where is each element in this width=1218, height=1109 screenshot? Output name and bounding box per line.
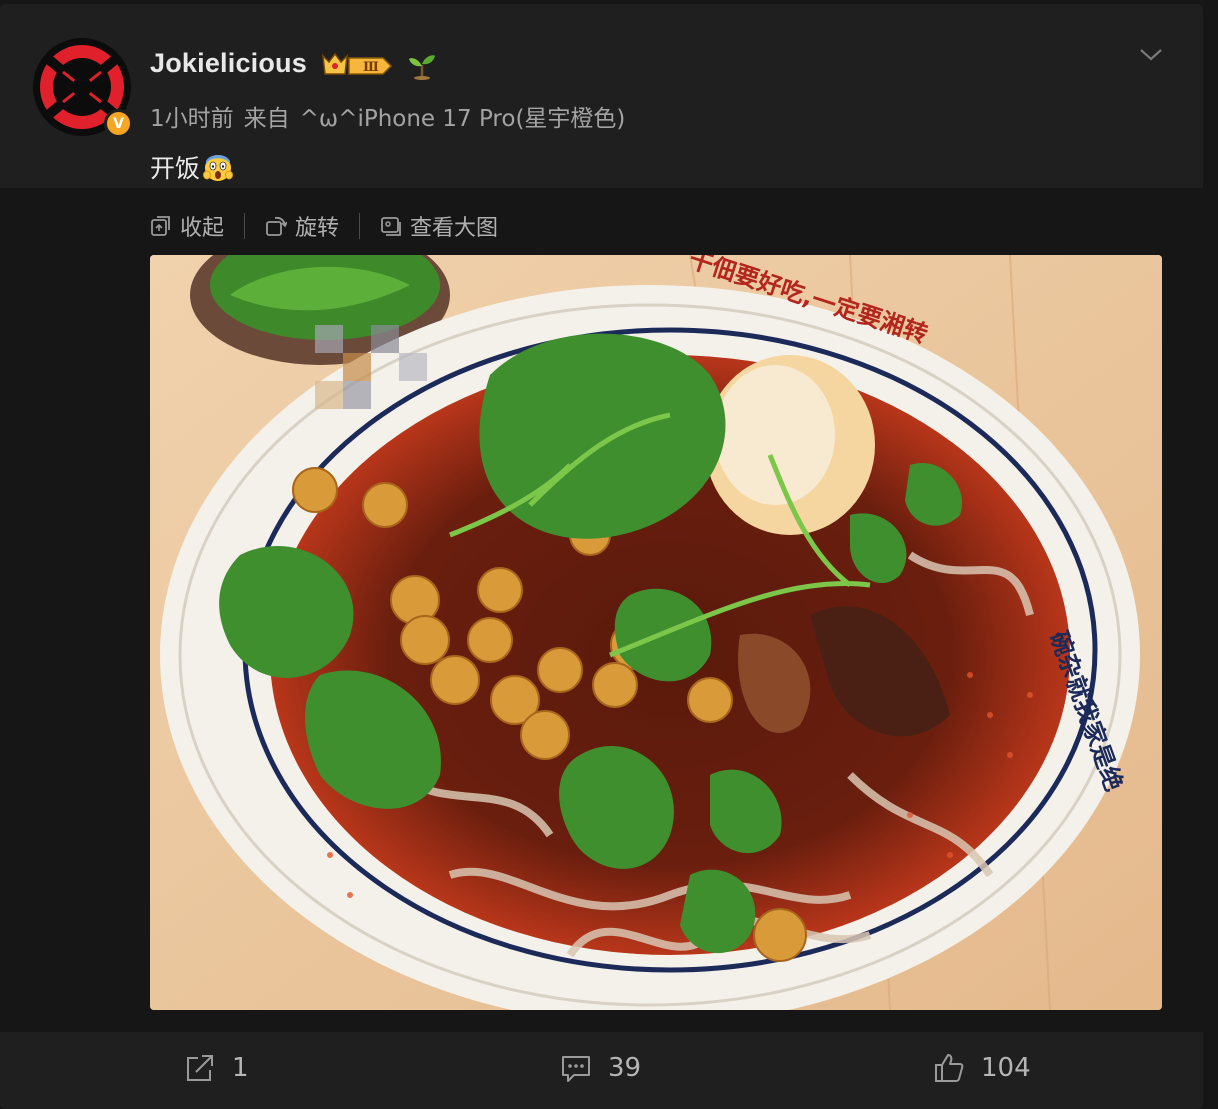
like-count: 104 xyxy=(981,1053,1031,1083)
like-button[interactable]: 104 xyxy=(933,1052,1031,1084)
screaming-face-emoji-icon xyxy=(203,155,234,181)
weibo-post-card: V Jokielicious Ⅲ 1小时前 来自 ^ω^iPhone 17 Pro(… xyxy=(0,4,1203,1109)
media-toolbar: 收起 旋转 查看大图 xyxy=(150,208,498,244)
repost-icon xyxy=(187,1055,213,1081)
level-badge-text: Ⅲ xyxy=(363,60,379,75)
rotate-icon xyxy=(266,216,288,236)
post-text: 开饭 xyxy=(150,149,234,185)
rotate-button[interactable]: 旋转 xyxy=(265,210,339,242)
sprout-badge-icon[interactable] xyxy=(406,52,438,80)
collapse-label: 收起 xyxy=(180,216,225,241)
username[interactable]: Jokielicious xyxy=(150,48,307,79)
repost-count: 1 xyxy=(232,1053,249,1083)
rotate-label: 旋转 xyxy=(295,216,340,241)
view-large-label: 查看大图 xyxy=(410,216,499,241)
post-body: 开饭 xyxy=(150,154,201,183)
media-area: 收起 旋转 查看大图 干佃要好吃,一定要湘转 碗杂就我家是绝 xyxy=(0,188,1203,1032)
post-actions: 1 39 104 xyxy=(0,1032,1203,1109)
post-header: V Jokielicious Ⅲ 1小时前 来自 ^ω^iPhone 17 Pro(… xyxy=(0,4,1203,184)
member-crown-badge-icon[interactable]: Ⅲ xyxy=(321,52,393,80)
thumbs-up-icon xyxy=(935,1054,964,1082)
toolbar-divider xyxy=(359,213,361,239)
view-large-button[interactable]: 查看大图 xyxy=(380,210,498,242)
toolbar-divider xyxy=(244,213,246,239)
post-source: ^ω^iPhone 17 Pro(星宇橙色) xyxy=(299,106,626,132)
view-large-image-icon xyxy=(381,217,401,236)
post-meta: 1小时前 来自 ^ω^iPhone 17 Pro(星宇橙色) xyxy=(150,99,635,133)
source-prefix: 来自 xyxy=(243,106,290,132)
post-photo[interactable]: 干佃要好吃,一定要湘转 碗杂就我家是绝 xyxy=(150,255,1162,1010)
post-time[interactable]: 1小时前 xyxy=(150,106,234,132)
collapse-button[interactable]: 收起 xyxy=(150,210,224,242)
verified-badge-icon: V xyxy=(104,109,133,138)
noodle-bowl-photo-icon: 干佃要好吃,一定要湘转 碗杂就我家是绝 xyxy=(150,255,1162,1010)
chevron-down-icon[interactable] xyxy=(1138,44,1164,64)
collapse-icon xyxy=(151,216,170,236)
comment-icon xyxy=(562,1056,590,1082)
comment-button[interactable]: 39 xyxy=(560,1052,641,1084)
repost-button[interactable]: 1 xyxy=(184,1052,249,1084)
comment-count: 39 xyxy=(608,1053,642,1083)
